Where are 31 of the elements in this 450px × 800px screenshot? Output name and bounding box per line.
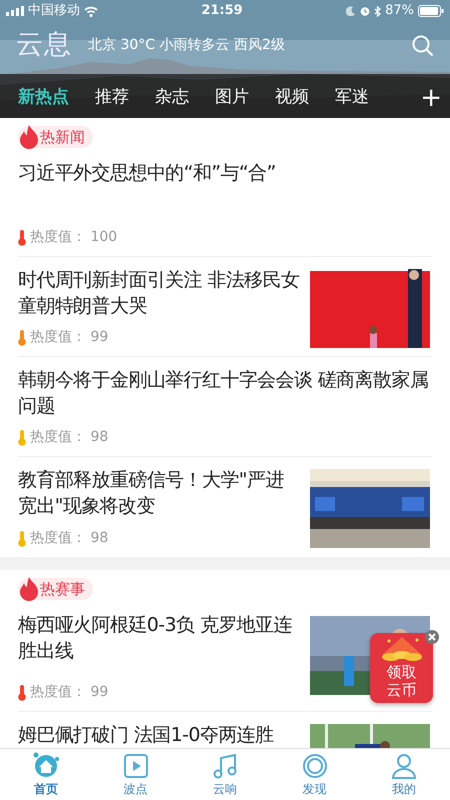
channel-tab[interactable]: 视频	[275, 85, 309, 111]
section-tag: 热新闻	[18, 126, 93, 148]
channel-tab[interactable]: 推荐	[95, 85, 129, 111]
carrier-name: 中国移动	[28, 2, 80, 20]
channel-tab[interactable]: 杂志	[155, 85, 189, 111]
heat-value: 热度值： 99	[30, 683, 108, 702]
reward-button[interactable]: 领取云币	[370, 633, 433, 703]
channel-tab[interactable]: 新热点	[18, 85, 69, 111]
app-logo: 云息	[16, 28, 72, 62]
heat-value: 热度值： 98	[30, 428, 108, 447]
heat-value: 热度值： 99	[30, 328, 108, 347]
add-channel-button[interactable]: +	[412, 85, 450, 111]
heat-value: 热度值： 98	[30, 529, 108, 548]
article-title[interactable]: 时代周刊新封面引关注 非法移民女童朝特朗普大哭	[18, 267, 300, 319]
article-title[interactable]: 习近平外交思想中的“和”与“合”	[18, 160, 432, 186]
tab-bar-item[interactable]: 我的	[374, 752, 434, 798]
heat-value: 热度值： 100	[30, 228, 118, 247]
channel-tab[interactable]: 军迷	[335, 85, 369, 111]
weather-text: 北京 30°C 小雨转多云 西风2级	[88, 36, 286, 54]
tab-bar-item[interactable]: 波点	[106, 752, 166, 798]
article-title[interactable]: 韩朝今将于金刚山举行红十字会会谈 磋商离散家属问题	[18, 367, 432, 419]
article-title[interactable]: 梅西哑火阿根廷0-3负 克罗地亚连胜出线	[18, 612, 300, 664]
tab-bar-item[interactable]: 首页	[16, 752, 76, 798]
article-title[interactable]: 教育部释放重磅信号！大学"严进宽出"现象将改变	[18, 467, 300, 519]
battery-percent: 87%	[385, 2, 414, 20]
tab-bar-item[interactable]: 云响	[195, 752, 255, 798]
section-tag: 热赛事	[18, 578, 93, 600]
clock-time: 21:59	[201, 2, 243, 20]
channel-tab[interactable]: 图片	[215, 85, 249, 111]
tab-bar-item[interactable]: 发现	[284, 752, 344, 798]
article-title[interactable]: 姆巴佩打破门 法国1-0夺两连胜	[18, 722, 300, 748]
